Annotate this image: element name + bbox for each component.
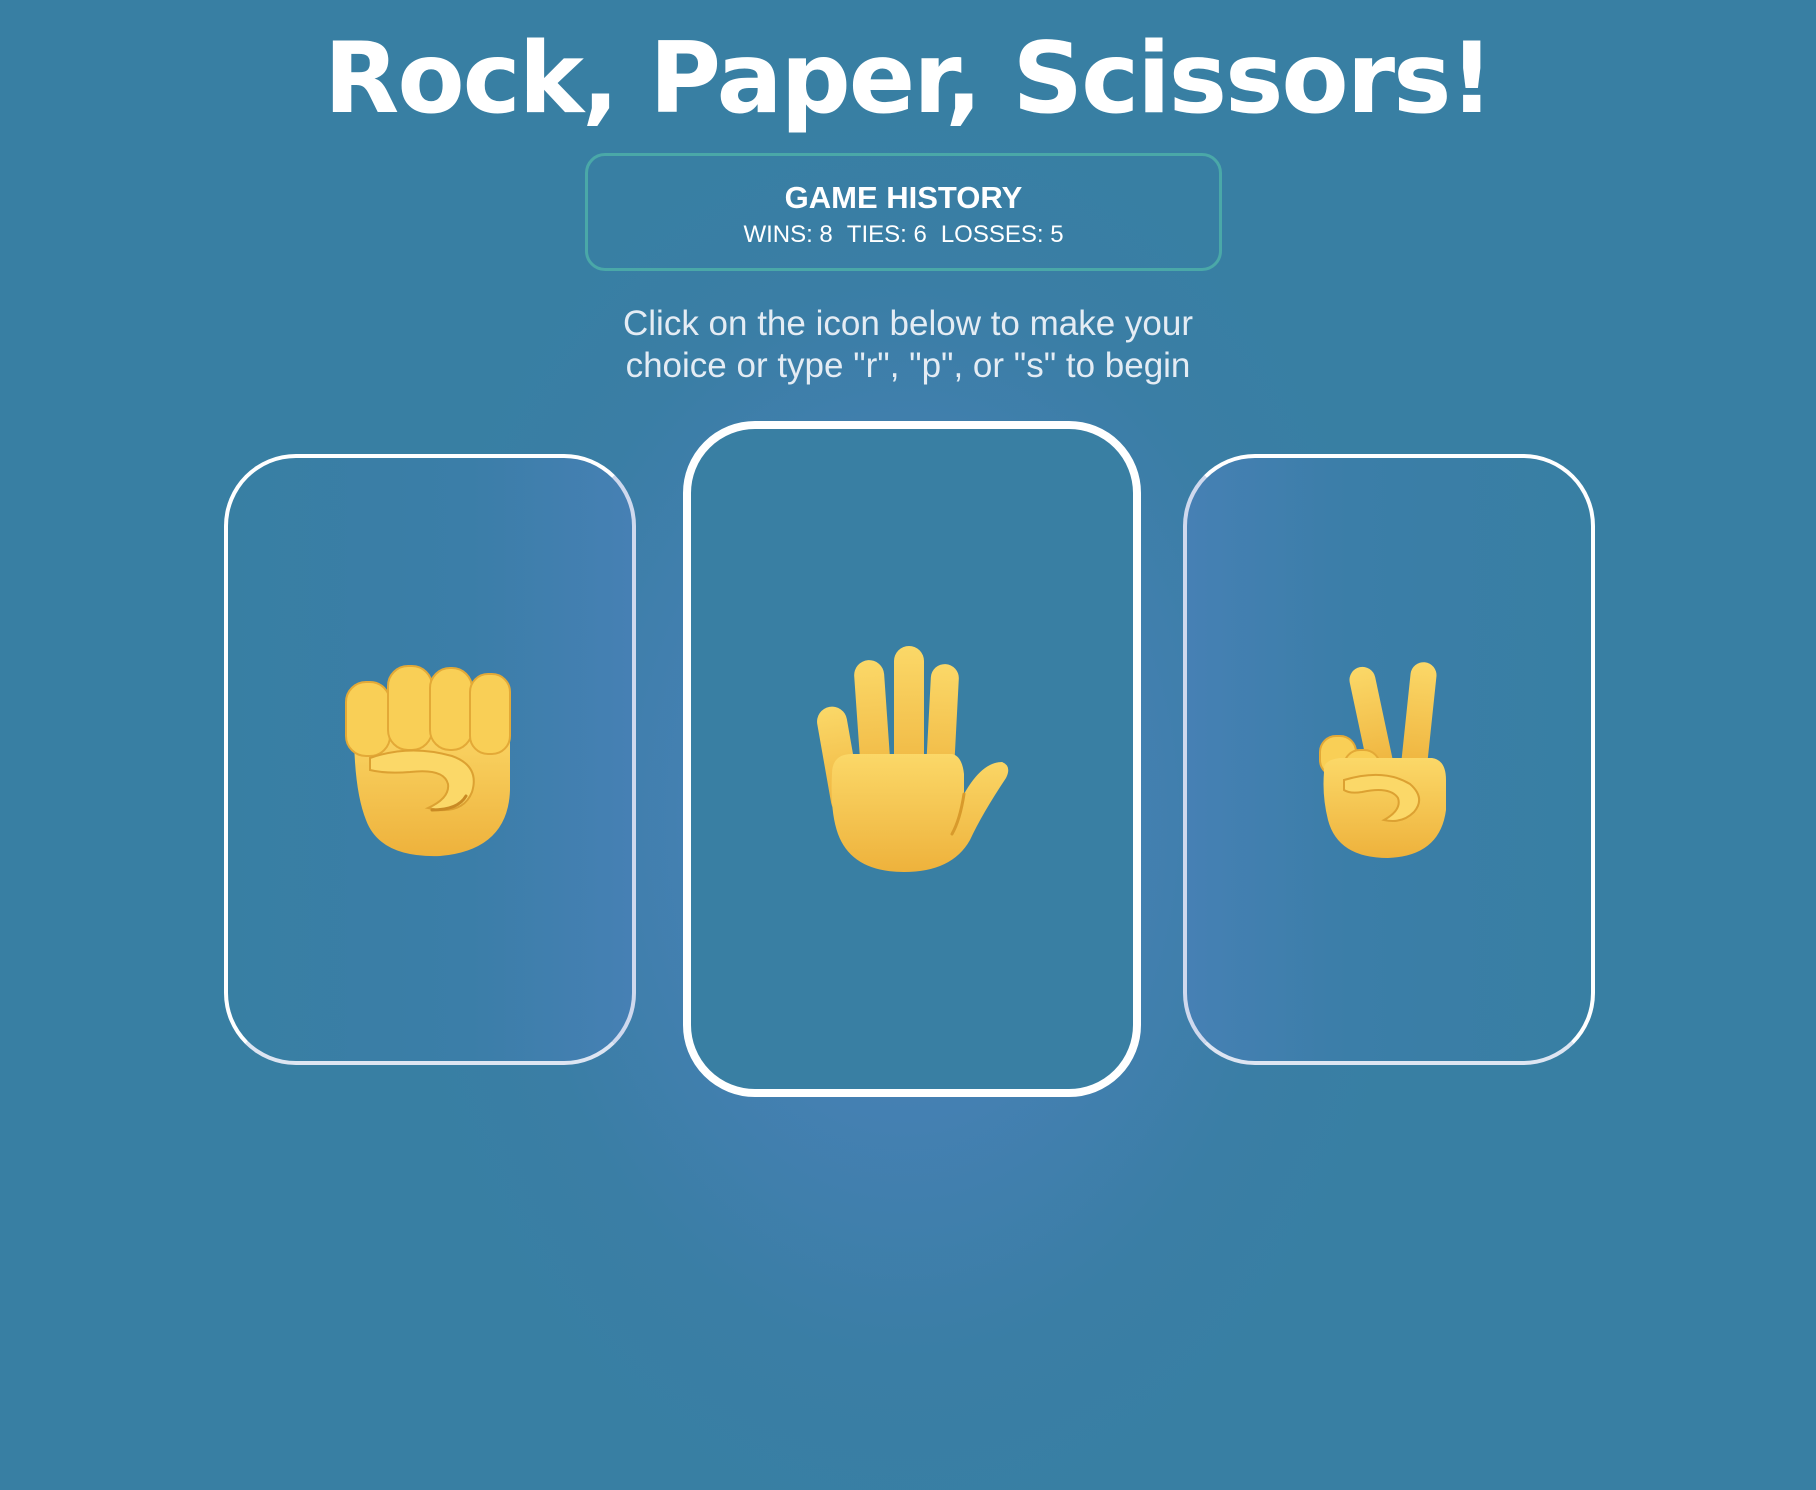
losses-count: LOSSES: 5: [940, 221, 1064, 248]
raised-fist-icon: [345, 664, 511, 856]
ties-count: TIES: 6: [846, 221, 927, 248]
rock-choice-card[interactable]: [224, 454, 636, 1065]
raised-hand-icon: [817, 646, 1009, 872]
game-history-panel: GAME HISTORY WINS: 8 TIES: 6 LOSSES: 5: [585, 153, 1222, 271]
game-history-title: GAME HISTORY: [784, 180, 1023, 215]
paper-choice-card[interactable]: [683, 421, 1141, 1097]
instructions-line-2: choice or type "r", "p", or "s" to begin: [625, 346, 1191, 385]
wins-count: WINS: 8: [743, 221, 833, 248]
game-history-stats: WINS: 8 TIES: 6 LOSSES: 5: [588, 220, 1219, 250]
victory-hand-icon: [1319, 661, 1446, 858]
instructions-text: Click on the icon below to make your cho…: [508, 303, 1308, 387]
instructions-line-1: Click on the icon below to make your: [623, 304, 1193, 343]
scissors-choice-card[interactable]: [1183, 454, 1595, 1065]
page-title: Rock, Paper, Scissors!: [323, 22, 1494, 136]
